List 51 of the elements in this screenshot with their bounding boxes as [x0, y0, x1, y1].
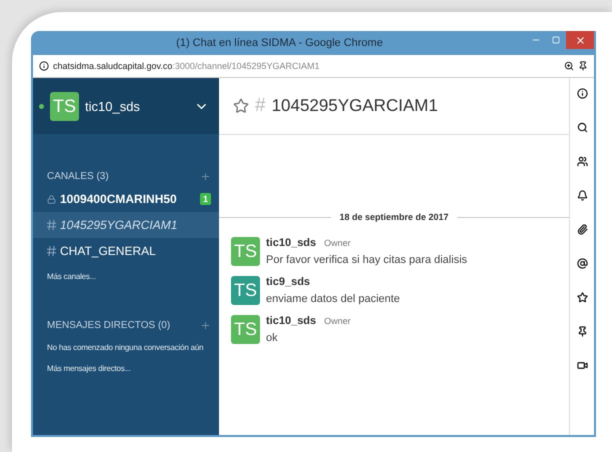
- url-host: chatsidma.saludcapital.gov.co: [53, 61, 172, 71]
- message-author: tic9_sds: [266, 276, 310, 288]
- info-icon: [39, 61, 49, 71]
- close-button[interactable]: [566, 31, 594, 49]
- paperclip-icon[interactable]: [576, 224, 588, 235]
- user-header[interactable]: TS tic10_sds: [33, 78, 219, 134]
- message-text: enviame datos del paciente: [266, 293, 400, 305]
- lock-icon: [47, 194, 56, 204]
- role-label: Owner: [324, 238, 351, 248]
- pin-icon[interactable]: [578, 61, 588, 71]
- plus-icon[interactable]: [200, 320, 211, 330]
- user-avatar: TS: [231, 315, 260, 344]
- date-divider: 18 de septiembre de 2017: [339, 212, 449, 222]
- bell-icon[interactable]: [576, 190, 588, 201]
- hash-icon: [47, 220, 56, 230]
- address-bar[interactable]: chatsidma.saludcapital.gov.co:3000/channel/1045295YGARCIAM1: [33, 55, 594, 78]
- user-avatar: TS: [231, 237, 260, 266]
- unread-count: 1: [200, 193, 211, 205]
- search-icon[interactable]: [576, 122, 588, 133]
- url-path: :3000/channel/1045295YGARCIAM1: [172, 61, 321, 71]
- role-label: Owner: [324, 316, 351, 326]
- message-author: tic10_sds: [266, 315, 316, 327]
- plus-icon[interactable]: [200, 170, 211, 182]
- channel-item[interactable]: 1045295YGARCIAM1: [33, 212, 219, 238]
- user-name: tic10_sds: [85, 98, 141, 114]
- more-channels-link[interactable]: Más canales...: [33, 264, 96, 285]
- star-icon[interactable]: [576, 292, 588, 303]
- more-direct-messages-link[interactable]: Más mensajes directos...: [33, 356, 131, 377]
- info-icon[interactable]: [576, 88, 588, 99]
- message-text: Por favor verifica si hay citas para dialisis: [266, 254, 468, 266]
- message-author: tic10_sds: [266, 237, 316, 249]
- channel-item[interactable]: CHAT_GENERAL: [33, 238, 219, 264]
- close-icon: [574, 34, 586, 46]
- section-title: CANALES (3): [47, 170, 110, 182]
- window-title: (1) Chat en línea SIDMA - Google Chrome: [175, 37, 384, 49]
- section-title: MENSAJES DIRECTOS (0): [47, 320, 172, 330]
- channel-title: 1045295YGARCIAM1: [272, 96, 438, 116]
- user-avatar: TS: [231, 276, 260, 305]
- user-avatar: TS: [50, 92, 79, 120]
- zoom-icon[interactable]: [564, 61, 574, 71]
- star-icon[interactable]: [233, 98, 249, 114]
- message-text: ok: [266, 332, 279, 344]
- maximize-icon: [552, 36, 560, 44]
- hash-symbol: #: [255, 95, 266, 117]
- video-camera-icon[interactable]: [576, 360, 588, 371]
- users-icon[interactable]: [576, 156, 588, 167]
- channel-item[interactable]: 1009400CMARINH50 1: [33, 186, 219, 212]
- pin-icon[interactable]: [576, 326, 588, 337]
- at-sign-icon[interactable]: [576, 258, 588, 269]
- empty-message: No has comenzado ninguna conversación aún: [46, 342, 204, 354]
- hash-icon: [47, 246, 56, 256]
